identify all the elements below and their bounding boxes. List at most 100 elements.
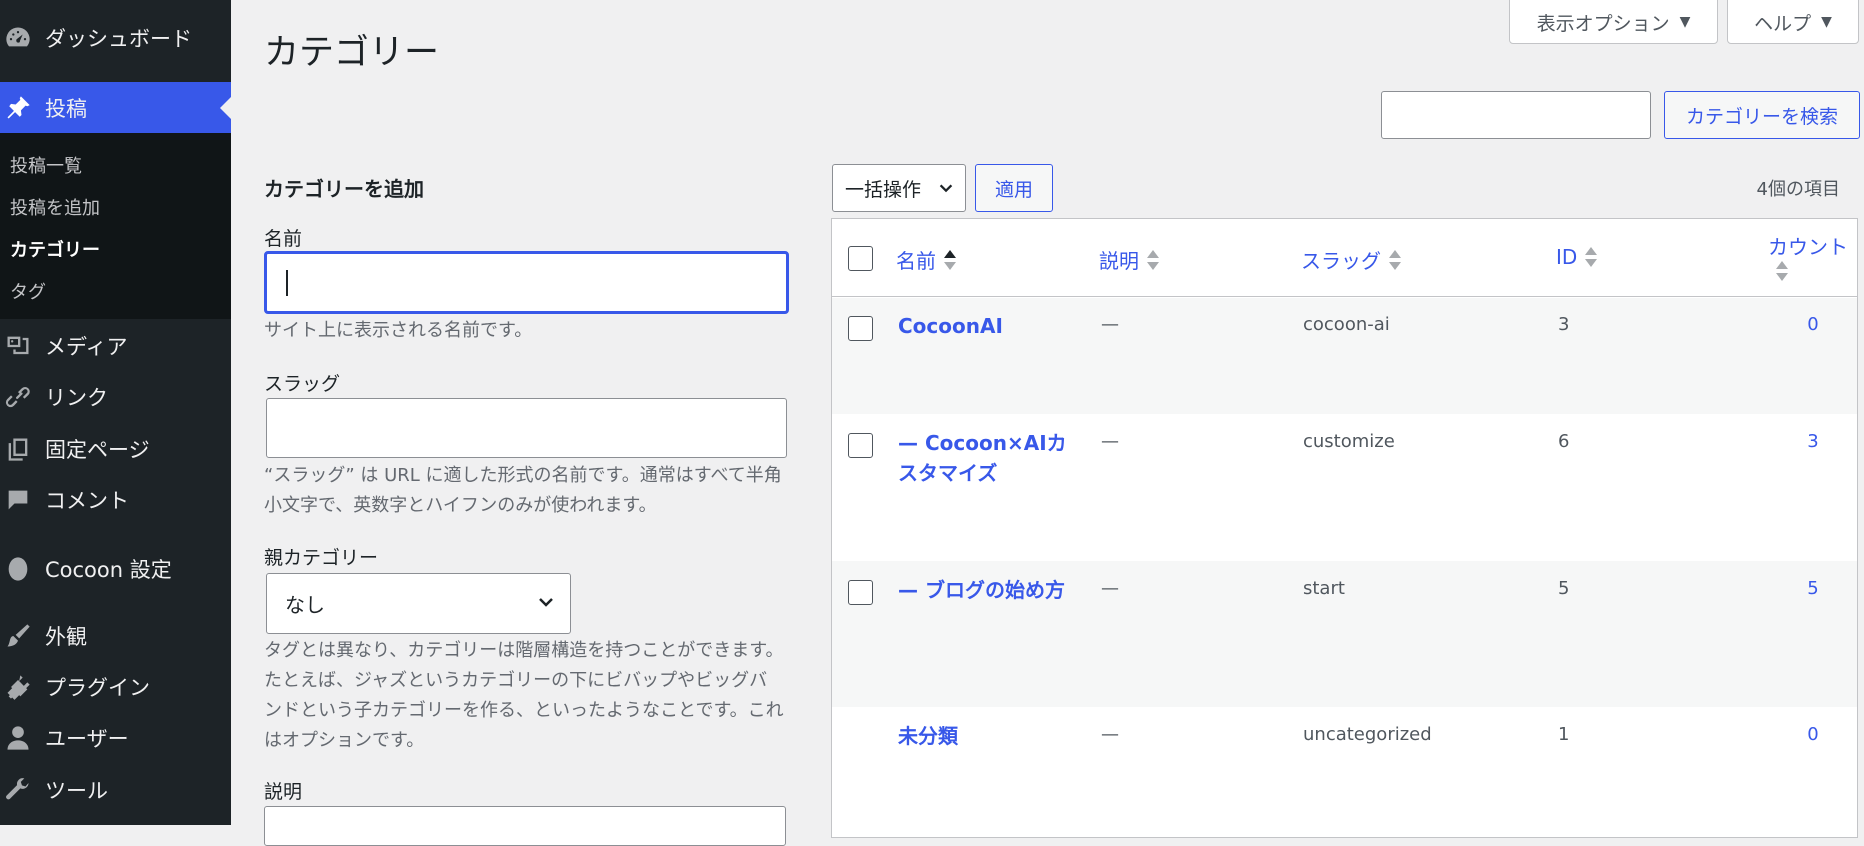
menu-label: ユーザー bbox=[45, 727, 129, 751]
category-description: — bbox=[1101, 431, 1119, 452]
category-name-link[interactable]: — Cocoon×AIカスタマイズ bbox=[898, 428, 1068, 488]
menu-label: ダッシュボード bbox=[45, 27, 192, 51]
category-id: 3 bbox=[1558, 314, 1570, 335]
apply-button[interactable]: 適用 bbox=[975, 164, 1053, 212]
select-all-checkbox[interactable] bbox=[848, 246, 873, 271]
category-id: 5 bbox=[1558, 578, 1570, 599]
table-row: — Cocoon×AIカスタマイズ — customize 6 3 bbox=[832, 414, 1857, 561]
help-label: ヘルプ bbox=[1754, 12, 1812, 35]
table-row: CocoonAI — cocoon-ai 3 0 bbox=[832, 298, 1857, 414]
screen-options-button[interactable]: 表示オプション ▼ bbox=[1509, 0, 1718, 44]
parent-category-select[interactable]: なし bbox=[266, 573, 571, 634]
menu-posts[interactable]: 投稿 bbox=[0, 82, 231, 133]
category-description: — bbox=[1101, 724, 1119, 745]
chevron-down-icon bbox=[939, 184, 953, 193]
dashboard-icon bbox=[3, 23, 33, 53]
column-description-header[interactable]: 説明 bbox=[1099, 245, 1159, 274]
sort-icon bbox=[1585, 246, 1598, 268]
pages-icon bbox=[3, 434, 33, 464]
form-title: カテゴリーを追加 bbox=[264, 177, 424, 201]
menu-users[interactable]: ユーザー bbox=[0, 716, 231, 760]
category-id: 6 bbox=[1558, 431, 1570, 452]
menu-label: 外観 bbox=[45, 625, 87, 649]
categories-table: 名前 説明 スラッグ ID カウント CocoonAI — cocoon-ai … bbox=[831, 218, 1858, 838]
category-count-link[interactable]: 0 bbox=[1798, 724, 1828, 745]
column-count-header[interactable]: カウント bbox=[1758, 231, 1848, 282]
sort-icon bbox=[944, 249, 956, 271]
row-checkbox[interactable] bbox=[848, 316, 873, 341]
submenu-all-posts[interactable]: 投稿一覧 bbox=[10, 152, 82, 178]
caret-down-icon: ▼ bbox=[1679, 14, 1691, 30]
slug-input[interactable] bbox=[266, 398, 787, 458]
category-id: 1 bbox=[1558, 724, 1570, 745]
description-textarea[interactable] bbox=[264, 806, 786, 846]
search-categories-button[interactable]: カテゴリーを検索 bbox=[1664, 91, 1860, 139]
column-slug-header[interactable]: スラッグ bbox=[1301, 245, 1401, 274]
menu-label: リンク bbox=[45, 386, 108, 410]
submenu-add-post[interactable]: 投稿を追加 bbox=[10, 194, 100, 220]
menu-comments[interactable]: コメント bbox=[0, 478, 231, 522]
menu-label: ツール bbox=[45, 779, 108, 803]
menu-label: プラグイン bbox=[45, 676, 150, 700]
row-checkbox[interactable] bbox=[848, 580, 873, 605]
category-count-link[interactable]: 3 bbox=[1798, 431, 1828, 452]
parent-label: 親カテゴリー bbox=[264, 547, 379, 569]
menu-plugins[interactable]: プラグイン bbox=[0, 665, 231, 709]
table-header: 名前 説明 スラッグ ID カウント bbox=[832, 219, 1857, 297]
help-button[interactable]: ヘルプ ▼ bbox=[1727, 0, 1859, 44]
chevron-down-icon bbox=[539, 598, 553, 607]
column-label: カウント bbox=[1768, 235, 1848, 259]
menu-label: 固定ページ bbox=[45, 438, 150, 462]
slug-help: “スラッグ” は URL に適した形式の名前です。通常はすべて半角小文字で、英数… bbox=[264, 465, 782, 516]
plugin-icon bbox=[3, 672, 33, 702]
menu-label: Cocoon 設定 bbox=[45, 558, 172, 582]
menu-tools[interactable]: ツール bbox=[0, 768, 231, 812]
category-name-link[interactable]: 未分類 bbox=[898, 721, 1068, 751]
category-name-link[interactable]: — ブログの始め方 bbox=[898, 575, 1068, 605]
category-slug: customize bbox=[1303, 431, 1395, 452]
pin-icon bbox=[3, 93, 33, 123]
column-label: スラッグ bbox=[1301, 249, 1381, 273]
sort-icon bbox=[1147, 249, 1159, 271]
sort-icon bbox=[1776, 260, 1788, 282]
link-icon bbox=[3, 382, 33, 412]
bulk-action-value: 一括操作 bbox=[845, 178, 922, 201]
row-checkbox[interactable] bbox=[848, 433, 873, 458]
category-slug: uncategorized bbox=[1303, 724, 1432, 745]
column-id-header[interactable]: ID bbox=[1556, 245, 1598, 269]
menu-media[interactable]: メディア bbox=[0, 324, 231, 368]
menu-links[interactable]: リンク bbox=[0, 375, 231, 419]
column-label: ID bbox=[1556, 245, 1578, 269]
menu-pages[interactable]: 固定ページ bbox=[0, 427, 231, 471]
wrench-icon bbox=[3, 775, 33, 805]
category-name-link[interactable]: CocoonAI bbox=[898, 311, 1068, 341]
bulk-action-select[interactable]: 一括操作 bbox=[832, 164, 966, 212]
name-label: 名前 bbox=[264, 228, 303, 250]
posts-submenu: 投稿一覧 投稿を追加 カテゴリー タグ bbox=[0, 133, 231, 319]
comment-icon bbox=[3, 485, 33, 515]
category-description: — bbox=[1101, 578, 1119, 599]
submenu-categories[interactable]: カテゴリー bbox=[10, 236, 100, 262]
menu-appearance[interactable]: 外観 bbox=[0, 614, 231, 658]
caret-down-icon: ▼ bbox=[1821, 14, 1832, 30]
admin-sidebar: ダッシュボード 投稿 投稿一覧 投稿を追加 カテゴリー タグ メディア リンク … bbox=[0, 0, 231, 825]
sort-icon bbox=[1389, 249, 1401, 271]
menu-cocoon-settings[interactable]: Cocoon 設定 bbox=[0, 547, 231, 591]
column-name-header[interactable]: 名前 bbox=[896, 245, 956, 274]
category-description: — bbox=[1101, 314, 1119, 335]
parent-select-value: なし bbox=[285, 593, 325, 617]
submenu-tags[interactable]: タグ bbox=[10, 278, 46, 304]
menu-label: 投稿 bbox=[45, 96, 87, 121]
category-slug: start bbox=[1303, 578, 1345, 599]
category-count-link[interactable]: 0 bbox=[1798, 314, 1828, 335]
menu-label: コメント bbox=[45, 489, 129, 513]
page-title: カテゴリー bbox=[264, 33, 440, 73]
category-count-link[interactable]: 5 bbox=[1798, 578, 1828, 599]
menu-dashboard[interactable]: ダッシュボード bbox=[0, 16, 231, 60]
items-count: 4個の項目 bbox=[1756, 179, 1840, 200]
name-input[interactable] bbox=[264, 251, 789, 314]
brush-icon bbox=[3, 621, 33, 651]
column-label: 説明 bbox=[1099, 249, 1139, 273]
search-input[interactable] bbox=[1381, 91, 1651, 139]
screen-options-label: 表示オプション bbox=[1536, 12, 1670, 35]
